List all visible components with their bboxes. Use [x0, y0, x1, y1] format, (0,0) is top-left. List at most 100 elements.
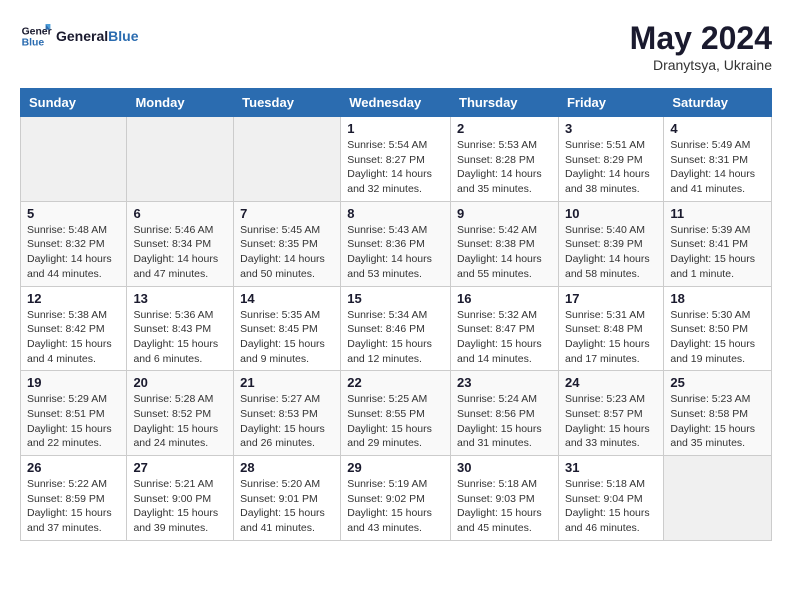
- day-info: Sunrise: 5:34 AMSunset: 8:46 PMDaylight:…: [347, 308, 444, 367]
- day-info: Sunrise: 5:48 AMSunset: 8:32 PMDaylight:…: [27, 223, 120, 282]
- day-number: 18: [670, 291, 765, 306]
- day-info: Sunrise: 5:24 AMSunset: 8:56 PMDaylight:…: [457, 392, 552, 451]
- month-title: May 2024: [630, 20, 772, 57]
- day-cell: 24Sunrise: 5:23 AMSunset: 8:57 PMDayligh…: [558, 371, 663, 456]
- day-number: 8: [347, 206, 444, 221]
- day-cell: 4 Sunrise: 5:49 AMSunset: 8:31 PMDaylight…: [664, 117, 772, 202]
- day-number: 2: [457, 121, 552, 136]
- day-number: 23: [457, 375, 552, 390]
- day-number: 4: [670, 121, 765, 136]
- column-header-saturday: Saturday: [664, 89, 772, 117]
- day-info: Sunrise: 5:21 AMSunset: 9:00 PMDaylight:…: [133, 477, 227, 536]
- day-info: Sunrise: 5:53 AMSunset: 8:28 PMDaylight:…: [457, 138, 552, 197]
- day-cell: 10Sunrise: 5:40 AMSunset: 8:39 PMDayligh…: [558, 201, 663, 286]
- day-cell: 7 Sunrise: 5:45 AMSunset: 8:35 PMDaylight…: [234, 201, 341, 286]
- day-number: 17: [565, 291, 657, 306]
- week-row-4: 19 Sunrise: 5:29 AMSunset: 8:51 PMDayligh…: [21, 371, 772, 456]
- day-cell: 20 Sunrise: 5:28 AMSunset: 8:52 PMDayligh…: [127, 371, 234, 456]
- day-cell: 30 Sunrise: 5:18 AMSunset: 9:03 PMDayligh…: [451, 456, 559, 541]
- day-info: Sunrise: 5:19 AMSunset: 9:02 PMDaylight:…: [347, 477, 444, 536]
- day-number: 31: [565, 460, 657, 475]
- day-info: Sunrise: 5:30 AMSunset: 8:50 PMDaylight:…: [670, 308, 765, 367]
- day-info: Sunrise: 5:49 AMSunset: 8:31 PMDaylight:…: [670, 138, 765, 197]
- day-number: 7: [240, 206, 334, 221]
- day-cell: 16 Sunrise: 5:32 AMSunset: 8:47 PMDayligh…: [451, 286, 559, 371]
- day-number: 19: [27, 375, 120, 390]
- day-number: 3: [565, 121, 657, 136]
- day-cell: 3 Sunrise: 5:51 AMSunset: 8:29 PMDaylight…: [558, 117, 663, 202]
- day-number: 20: [133, 375, 227, 390]
- day-info: Sunrise: 5:27 AMSunset: 8:53 PMDaylight:…: [240, 392, 334, 451]
- day-number: 14: [240, 291, 334, 306]
- week-row-1: 1Sunrise: 5:54 AMSunset: 8:27 PMDaylight…: [21, 117, 772, 202]
- day-info: Sunrise: 5:22 AMSunset: 8:59 PMDaylight:…: [27, 477, 120, 536]
- day-number: 24: [565, 375, 657, 390]
- day-info: Sunrise: 5:43 AMSunset: 8:36 PMDaylight:…: [347, 223, 444, 282]
- day-cell: 2 Sunrise: 5:53 AMSunset: 8:28 PMDaylight…: [451, 117, 559, 202]
- column-header-sunday: Sunday: [21, 89, 127, 117]
- day-number: 25: [670, 375, 765, 390]
- calendar-table: SundayMondayTuesdayWednesdayThursdayFrid…: [20, 88, 772, 541]
- day-number: 26: [27, 460, 120, 475]
- day-number: 13: [133, 291, 227, 306]
- day-info: Sunrise: 5:28 AMSunset: 8:52 PMDaylight:…: [133, 392, 227, 451]
- day-number: 28: [240, 460, 334, 475]
- day-number: 29: [347, 460, 444, 475]
- day-number: 30: [457, 460, 552, 475]
- day-info: Sunrise: 5:18 AMSunset: 9:03 PMDaylight:…: [457, 477, 552, 536]
- day-cell: 23 Sunrise: 5:24 AMSunset: 8:56 PMDayligh…: [451, 371, 559, 456]
- day-number: 16: [457, 291, 552, 306]
- day-cell: 21 Sunrise: 5:27 AMSunset: 8:53 PMDayligh…: [234, 371, 341, 456]
- week-row-3: 12Sunrise: 5:38 AMSunset: 8:42 PMDayligh…: [21, 286, 772, 371]
- day-info: Sunrise: 5:45 AMSunset: 8:35 PMDaylight:…: [240, 223, 334, 282]
- day-cell: 29 Sunrise: 5:19 AMSunset: 9:02 PMDayligh…: [341, 456, 451, 541]
- day-info: Sunrise: 5:18 AMSunset: 9:04 PMDaylight:…: [565, 477, 657, 536]
- day-info: Sunrise: 5:46 AMSunset: 8:34 PMDaylight:…: [133, 223, 227, 282]
- day-number: 15: [347, 291, 444, 306]
- day-cell: [127, 117, 234, 202]
- day-number: 27: [133, 460, 227, 475]
- day-cell: 19 Sunrise: 5:29 AMSunset: 8:51 PMDayligh…: [21, 371, 127, 456]
- day-cell: 15 Sunrise: 5:34 AMSunset: 8:46 PMDayligh…: [341, 286, 451, 371]
- column-header-wednesday: Wednesday: [341, 89, 451, 117]
- day-cell: [21, 117, 127, 202]
- column-header-friday: Friday: [558, 89, 663, 117]
- week-row-5: 26 Sunrise: 5:22 AMSunset: 8:59 PMDayligh…: [21, 456, 772, 541]
- day-cell: 1Sunrise: 5:54 AMSunset: 8:27 PMDaylight…: [341, 117, 451, 202]
- day-cell: 22Sunrise: 5:25 AMSunset: 8:55 PMDayligh…: [341, 371, 451, 456]
- day-info: Sunrise: 5:31 AMSunset: 8:48 PMDaylight:…: [565, 308, 657, 367]
- day-cell: 13 Sunrise: 5:36 AMSunset: 8:43 PMDayligh…: [127, 286, 234, 371]
- day-cell: 9 Sunrise: 5:42 AMSunset: 8:38 PMDaylight…: [451, 201, 559, 286]
- day-cell: 18 Sunrise: 5:30 AMSunset: 8:50 PMDayligh…: [664, 286, 772, 371]
- column-header-monday: Monday: [127, 89, 234, 117]
- week-row-2: 5Sunrise: 5:48 AMSunset: 8:32 PMDaylight…: [21, 201, 772, 286]
- day-cell: 6Sunrise: 5:46 AMSunset: 8:34 PMDaylight…: [127, 201, 234, 286]
- day-info: Sunrise: 5:51 AMSunset: 8:29 PMDaylight:…: [565, 138, 657, 197]
- day-info: Sunrise: 5:54 AMSunset: 8:27 PMDaylight:…: [347, 138, 444, 197]
- day-info: Sunrise: 5:20 AMSunset: 9:01 PMDaylight:…: [240, 477, 334, 536]
- title-block: May 2024 Dranytsya, Ukraine: [630, 20, 772, 73]
- page-header: General Blue GeneralBlue May 2024 Dranyt…: [20, 20, 772, 73]
- logo-text: GeneralBlue: [56, 28, 138, 44]
- day-info: Sunrise: 5:42 AMSunset: 8:38 PMDaylight:…: [457, 223, 552, 282]
- day-cell: [664, 456, 772, 541]
- day-number: 9: [457, 206, 552, 221]
- day-info: Sunrise: 5:25 AMSunset: 8:55 PMDaylight:…: [347, 392, 444, 451]
- day-cell: 14Sunrise: 5:35 AMSunset: 8:45 PMDayligh…: [234, 286, 341, 371]
- day-number: 10: [565, 206, 657, 221]
- day-cell: 11 Sunrise: 5:39 AMSunset: 8:41 PMDayligh…: [664, 201, 772, 286]
- day-info: Sunrise: 5:32 AMSunset: 8:47 PMDaylight:…: [457, 308, 552, 367]
- day-info: Sunrise: 5:29 AMSunset: 8:51 PMDaylight:…: [27, 392, 120, 451]
- column-header-thursday: Thursday: [451, 89, 559, 117]
- day-info: Sunrise: 5:39 AMSunset: 8:41 PMDaylight:…: [670, 223, 765, 282]
- day-info: Sunrise: 5:36 AMSunset: 8:43 PMDaylight:…: [133, 308, 227, 367]
- day-cell: 17 Sunrise: 5:31 AMSunset: 8:48 PMDayligh…: [558, 286, 663, 371]
- day-number: 12: [27, 291, 120, 306]
- day-number: 11: [670, 206, 765, 221]
- day-cell: [234, 117, 341, 202]
- day-cell: 28 Sunrise: 5:20 AMSunset: 9:01 PMDayligh…: [234, 456, 341, 541]
- day-cell: 25Sunrise: 5:23 AMSunset: 8:58 PMDayligh…: [664, 371, 772, 456]
- day-number: 21: [240, 375, 334, 390]
- column-header-tuesday: Tuesday: [234, 89, 341, 117]
- day-cell: 5Sunrise: 5:48 AMSunset: 8:32 PMDaylight…: [21, 201, 127, 286]
